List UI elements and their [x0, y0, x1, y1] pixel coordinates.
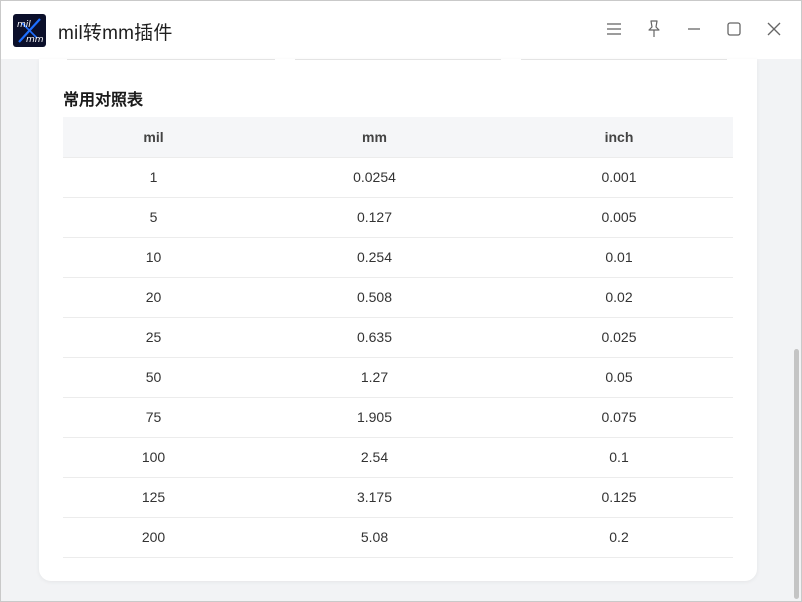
- cell-mm: 2.54: [244, 437, 505, 478]
- window-title: mil转mm插件: [58, 23, 173, 44]
- app-logo-text-bottom: mm: [26, 35, 44, 45]
- input-field-edge: [521, 59, 727, 60]
- cell-inch: 0.005: [505, 197, 733, 238]
- vertical-scrollbar[interactable]: [794, 349, 799, 599]
- section-title: 常用对照表: [63, 92, 144, 109]
- cell-mil: 20: [63, 277, 244, 318]
- table-row: 5 0.127 0.005: [63, 197, 733, 238]
- column-header-inch: inch: [505, 117, 733, 158]
- close-icon: [767, 22, 781, 36]
- cell-mm: 0.508: [244, 277, 505, 318]
- cell-mil: 10: [63, 237, 244, 278]
- minimize-icon: [688, 28, 700, 30]
- cell-mm: 5.08: [244, 517, 505, 558]
- cell-inch: 0.075: [505, 397, 733, 438]
- table-row: 100 2.54 0.1: [63, 437, 733, 478]
- input-field-edge: [295, 59, 501, 60]
- cell-inch: 0.125: [505, 477, 733, 518]
- column-header-mm: mm: [244, 117, 505, 158]
- column-header-mil: mil: [63, 117, 244, 158]
- cell-mil: 50: [63, 357, 244, 398]
- cell-mil: 5: [63, 197, 244, 238]
- table-row: 75 1.905 0.075: [63, 397, 733, 438]
- table-row: 125 3.175 0.125: [63, 477, 733, 518]
- table-row: 25 0.635 0.025: [63, 317, 733, 358]
- cell-inch: 0.001: [505, 157, 733, 198]
- app-logo-icon: mil mm: [13, 14, 46, 47]
- input-field-edge: [67, 59, 275, 60]
- cell-inch: 0.2: [505, 517, 733, 558]
- maximize-button[interactable]: [723, 18, 745, 40]
- close-button[interactable]: [763, 18, 785, 40]
- cell-mil: 75: [63, 397, 244, 438]
- table-row: 50 1.27 0.05: [63, 357, 733, 398]
- pin-icon: [648, 20, 660, 37]
- reference-table: mil mm inch 1 0.0254 0.001 5 0.127 0.005…: [63, 117, 733, 558]
- cell-mm: 3.175: [244, 477, 505, 518]
- cell-inch: 0.01: [505, 237, 733, 278]
- cell-mm: 0.127: [244, 197, 505, 238]
- cell-mil: 1: [63, 157, 244, 198]
- menu-icon: [607, 23, 621, 35]
- cell-inch: 0.025: [505, 317, 733, 358]
- cell-mm: 1.27: [244, 357, 505, 398]
- cell-mil: 100: [63, 437, 244, 478]
- cell-inch: 0.02: [505, 277, 733, 318]
- cell-mil: 25: [63, 317, 244, 358]
- table-row: 200 5.08 0.2: [63, 517, 733, 558]
- cell-mm: 0.254: [244, 237, 505, 278]
- app-logo-text-top: mil: [17, 20, 31, 30]
- reference-card: 常用对照表 mil mm inch 1 0.0254 0.001 5 0.127: [39, 59, 757, 581]
- table-row: 10 0.254 0.01: [63, 237, 733, 278]
- title-bar[interactable]: mil mm mil转mm插件: [1, 1, 801, 59]
- cell-mm: 0.0254: [244, 157, 505, 198]
- cell-mil: 125: [63, 477, 244, 518]
- cell-mil: 200: [63, 517, 244, 558]
- cell-mm: 0.635: [244, 317, 505, 358]
- pin-button[interactable]: [643, 18, 665, 40]
- cell-inch: 0.1: [505, 437, 733, 478]
- menu-button[interactable]: [603, 18, 625, 40]
- app-window: mil mm mil转mm插件 常用对照表 mil mm inch 1 0.02…: [0, 0, 802, 602]
- table-header-row: mil mm inch: [63, 117, 733, 158]
- cell-inch: 0.05: [505, 357, 733, 398]
- table-row: 20 0.508 0.02: [63, 277, 733, 318]
- cell-mm: 1.905: [244, 397, 505, 438]
- table-row: 1 0.0254 0.001: [63, 157, 733, 198]
- maximize-icon: [727, 22, 741, 36]
- minimize-button[interactable]: [683, 18, 705, 40]
